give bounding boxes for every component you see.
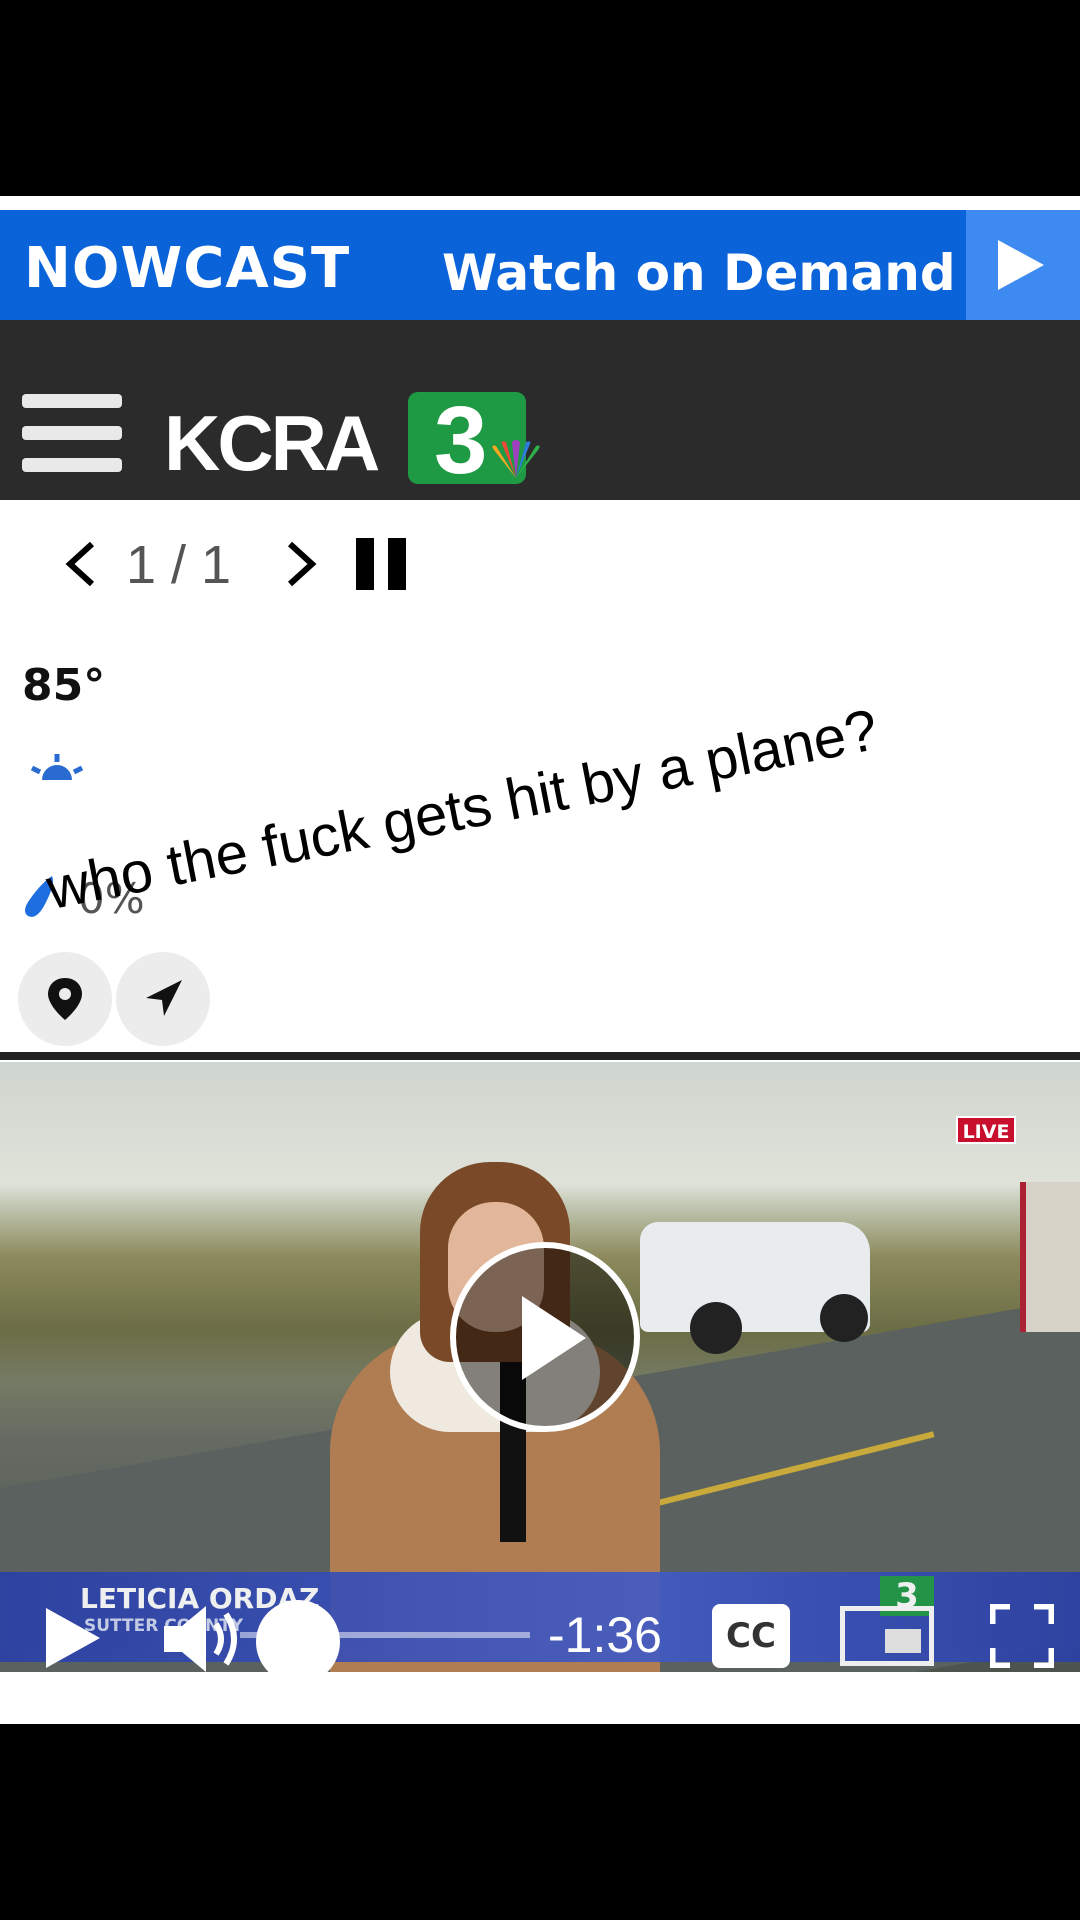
time-remaining: -1:36: [548, 1607, 662, 1663]
location-button[interactable]: [18, 952, 112, 1046]
nbc-peacock-icon: [492, 440, 540, 478]
volume-icon[interactable]: [162, 1604, 246, 1672]
nowcast-banner[interactable]: NOWCAST Watch on Demand: [0, 210, 1080, 320]
logo-number: 3: [434, 387, 488, 494]
kcra-logo-text[interactable]: KCRA: [164, 398, 380, 489]
site-header: KCRA 3: [0, 320, 1080, 500]
watch-on-demand-link[interactable]: Watch on Demand: [442, 244, 956, 302]
section-divider: [0, 1052, 1080, 1060]
play-icon: [998, 240, 1044, 290]
map-pin-icon: [48, 978, 82, 1020]
closed-captions-button[interactable]: CC: [712, 1604, 790, 1668]
big-play-button[interactable]: [450, 1242, 640, 1432]
navigation-arrow-icon: [146, 980, 182, 1016]
play-icon: [522, 1296, 586, 1380]
fullscreen-icon[interactable]: [990, 1604, 1054, 1668]
video-scene-trailer: [1020, 1182, 1080, 1332]
video-controls: -1:36 CC: [0, 1592, 1080, 1672]
webpage: NOWCAST Watch on Demand KCRA 3 1 / 1 85°…: [0, 196, 1080, 1724]
live-badge: LIVE: [956, 1116, 1016, 1144]
play-icon[interactable]: [46, 1608, 100, 1668]
hamburger-menu-icon[interactable]: [22, 394, 122, 478]
chevron-left-icon[interactable]: [60, 534, 104, 594]
nowcast-label: NOWCAST: [24, 236, 351, 301]
seek-handle[interactable]: [256, 1600, 340, 1672]
pager-count: 1 / 1: [126, 535, 232, 595]
chevron-right-icon[interactable]: [278, 534, 322, 594]
banner-play-button[interactable]: [966, 210, 1080, 320]
top-letterbox: [0, 0, 1080, 196]
pause-icon[interactable]: [356, 538, 410, 590]
video-scene-wheel: [820, 1294, 868, 1342]
temperature: 85°: [22, 660, 106, 711]
video-player[interactable]: LIVE LETICIA ORDAZ SUTTER COUNTY 3 -1:36…: [0, 1062, 1080, 1672]
video-scene-wheel: [690, 1302, 742, 1354]
picture-in-picture-icon[interactable]: [840, 1606, 934, 1666]
kcra-logo-badge[interactable]: 3: [408, 387, 540, 494]
overlay-caption: who the fuck gets hit by a plane?: [41, 697, 884, 923]
current-location-button[interactable]: [116, 952, 210, 1046]
sun-icon: [30, 754, 84, 780]
bottom-letterbox: [0, 1724, 1080, 1920]
